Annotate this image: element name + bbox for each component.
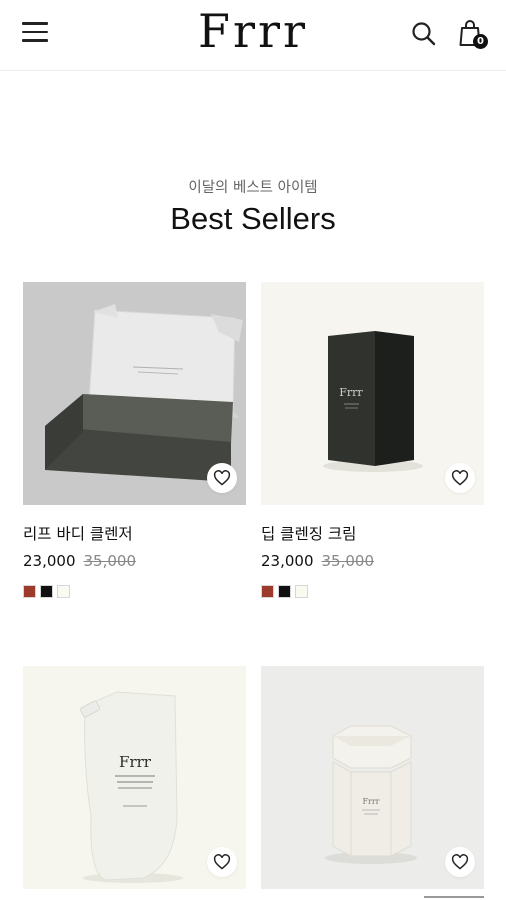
color-swatch-ivory[interactable] — [57, 585, 70, 598]
jar-brand-label: Frrr — [362, 797, 379, 806]
section-subtitle: 이달의 베스트 아이템 — [188, 180, 318, 196]
product-image[interactable] — [23, 282, 246, 505]
product-card[interactable]: Frrr — [261, 666, 484, 889]
heart-icon — [213, 854, 231, 870]
product-card[interactable]: Frrr 딥 클렌징 크림 23,000 35,000 — [261, 282, 484, 598]
original-price: 35,000 — [321, 552, 375, 570]
product-price-row: 23,000 35,000 — [261, 552, 374, 570]
product-card[interactable]: Frrr — [23, 666, 246, 889]
color-swatches — [261, 585, 308, 598]
heart-icon — [451, 854, 469, 870]
product-card[interactable]: 리프 바디 클렌저 23,000 35,000 — [23, 282, 246, 598]
search-icon[interactable] — [410, 18, 440, 50]
top-header: Frrr 0 — [0, 0, 506, 71]
color-swatch-red[interactable] — [23, 585, 36, 598]
original-price: 35,000 — [83, 552, 137, 570]
cart-count-badge: 0 — [473, 34, 488, 49]
color-swatch-red[interactable] — [261, 585, 274, 598]
color-swatch-black[interactable] — [278, 585, 291, 598]
product-image[interactable]: Frrr — [261, 666, 484, 889]
color-swatches — [23, 585, 70, 598]
box-brand-label: Frrr — [339, 386, 363, 399]
heart-icon — [213, 470, 231, 486]
product-price-row: 23,000 35,000 — [23, 552, 136, 570]
scroll-indicator — [424, 896, 484, 898]
product-image[interactable]: Frrr — [261, 282, 484, 505]
sale-price: 23,000 — [261, 552, 314, 570]
product-name[interactable]: 리프 바디 클렌저 — [23, 522, 133, 544]
section-title: Best Sellers — [170, 201, 336, 236]
wishlist-button[interactable] — [207, 847, 237, 877]
pouch-brand-label: Frrr — [119, 753, 152, 771]
wishlist-button[interactable] — [207, 463, 237, 493]
heart-icon — [451, 470, 469, 486]
cart-button[interactable]: 0 — [458, 18, 488, 50]
sale-price: 23,000 — [23, 552, 76, 570]
color-swatch-ivory[interactable] — [295, 585, 308, 598]
wishlist-button[interactable] — [445, 463, 475, 493]
product-image[interactable]: Frrr — [23, 666, 246, 889]
wishlist-button[interactable] — [445, 847, 475, 877]
color-swatch-black[interactable] — [40, 585, 53, 598]
product-name[interactable]: 딥 클렌징 크림 — [261, 522, 356, 544]
